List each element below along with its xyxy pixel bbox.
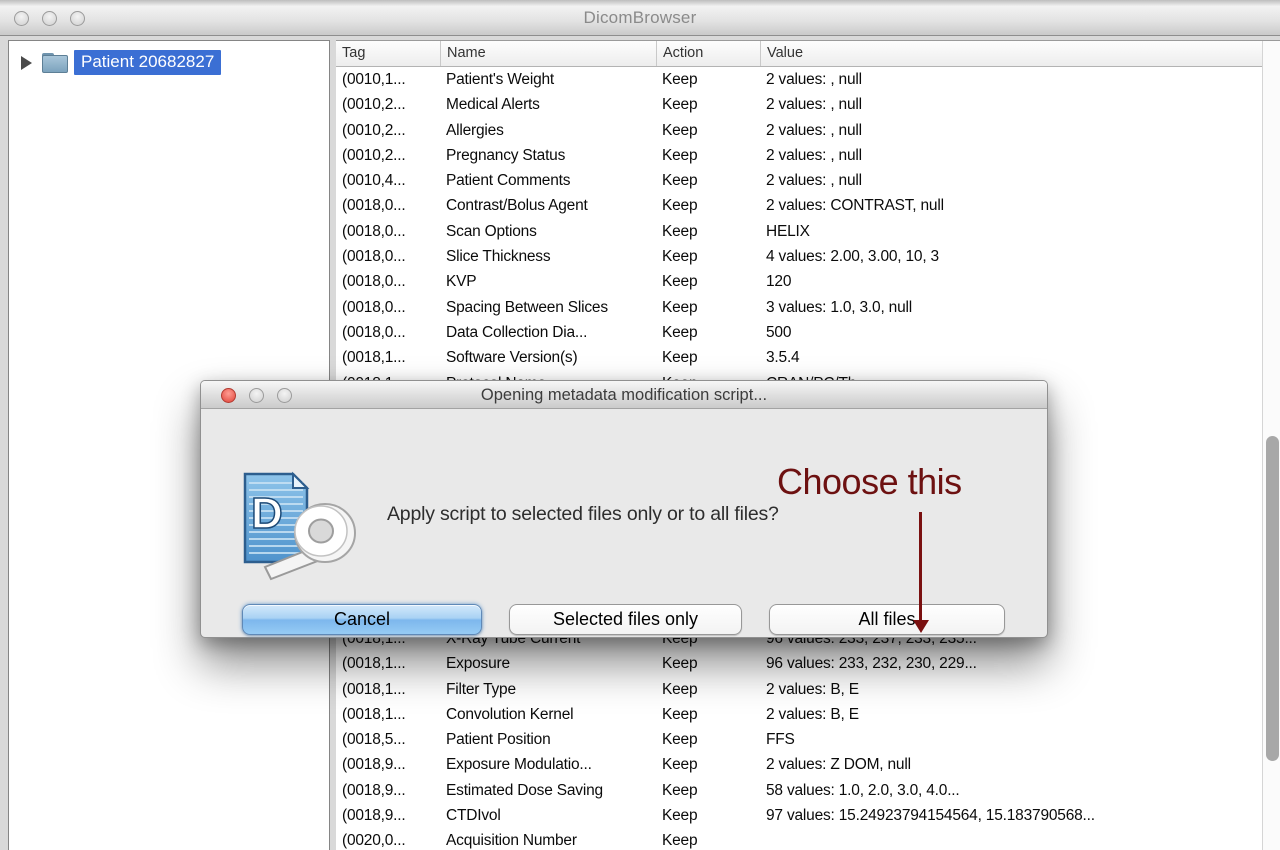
column-header-action[interactable]: Action: [656, 41, 760, 66]
table-row[interactable]: (0018,0... Data Collection Dia... Keep 5…: [336, 320, 1280, 345]
dialog-message: Apply script to selected files only or t…: [387, 503, 779, 526]
table-row[interactable]: (0010,2... Medical Alerts Keep 2 values:…: [336, 92, 1280, 117]
apply-script-dialog: Opening metadata modification script... …: [200, 380, 1048, 638]
window-title: DicomBrowser: [0, 8, 1280, 28]
annotation-arrow-icon: [913, 512, 929, 636]
table-row[interactable]: (0010,2... Allergies Keep 2 values: , nu…: [336, 118, 1280, 143]
table-row[interactable]: (0010,1... Patient's Weight Keep 2 value…: [336, 67, 1280, 92]
disclosure-triangle-icon[interactable]: [21, 56, 32, 70]
table-rows-top: (0010,1... Patient's Weight Keep 2 value…: [336, 67, 1280, 396]
table-row[interactable]: (0018,0... Spacing Between Slices Keep 3…: [336, 295, 1280, 320]
svg-text:D: D: [251, 489, 283, 538]
table-row[interactable]: (0018,1... Software Version(s) Keep 3.5.…: [336, 345, 1280, 370]
table-rows-bottom: (0018,1... X-Ray Tube Current Keep 96 va…: [336, 626, 1280, 850]
table-row[interactable]: (0018,5... Patient Position Keep FFS: [336, 727, 1280, 752]
column-header-tag[interactable]: Tag: [336, 41, 440, 66]
table-row[interactable]: (0018,0... Scan Options Keep HELIX: [336, 219, 1280, 244]
dialog-body: D Apply script to selected files only or…: [201, 409, 1047, 637]
table-row[interactable]: (0018,9... Exposure Modulatio... Keep 2 …: [336, 752, 1280, 777]
dialog-titlebar[interactable]: Opening metadata modification script...: [201, 381, 1047, 409]
folder-icon: [42, 53, 68, 73]
table-row[interactable]: (0010,4... Patient Comments Keep 2 value…: [336, 168, 1280, 193]
column-header-name[interactable]: Name: [440, 41, 656, 66]
choose-this-annotation: Choose this: [777, 461, 1057, 503]
cancel-button[interactable]: Cancel: [242, 604, 482, 635]
all-files-button[interactable]: All files: [769, 604, 1005, 635]
table-row[interactable]: (0018,9... CTDIvol Keep 97 values: 15.24…: [336, 803, 1280, 828]
table-header: Tag Name Action Value: [336, 41, 1280, 67]
main-titlebar[interactable]: DicomBrowser: [0, 0, 1280, 36]
screen: { "window": { "title": "DicomBrowser" },…: [0, 0, 1280, 850]
tree-item-patient[interactable]: Patient 20682827: [9, 50, 329, 75]
selected-files-only-button[interactable]: Selected files only: [509, 604, 742, 635]
table-row[interactable]: (0010,2... Pregnancy Status Keep 2 value…: [336, 143, 1280, 168]
scrollbar-thumb[interactable]: [1266, 436, 1279, 761]
table-row[interactable]: (0018,0... Contrast/Bolus Agent Keep 2 v…: [336, 193, 1280, 218]
table-row[interactable]: (0020,0... Acquisition Number Keep: [336, 828, 1280, 850]
table-row[interactable]: (0018,1... Exposure Keep 96 values: 233,…: [336, 651, 1280, 676]
table-row[interactable]: (0018,1... Convolution Kernel Keep 2 val…: [336, 702, 1280, 727]
vertical-scrollbar[interactable]: [1262, 41, 1280, 850]
table-row[interactable]: (0018,0... KVP Keep 120: [336, 269, 1280, 294]
table-row[interactable]: (0018,9... Estimated Dose Saving Keep 58…: [336, 778, 1280, 803]
table-row[interactable]: (0018,1... Filter Type Keep 2 values: B,…: [336, 677, 1280, 702]
patient-tree-label[interactable]: Patient 20682827: [74, 50, 221, 75]
dialog-title: Opening metadata modification script...: [201, 386, 1047, 405]
table-row[interactable]: (0018,0... Slice Thickness Keep 4 values…: [336, 244, 1280, 269]
column-header-value[interactable]: Value: [760, 41, 1280, 66]
dicom-document-scanner-icon: D: [237, 471, 359, 583]
